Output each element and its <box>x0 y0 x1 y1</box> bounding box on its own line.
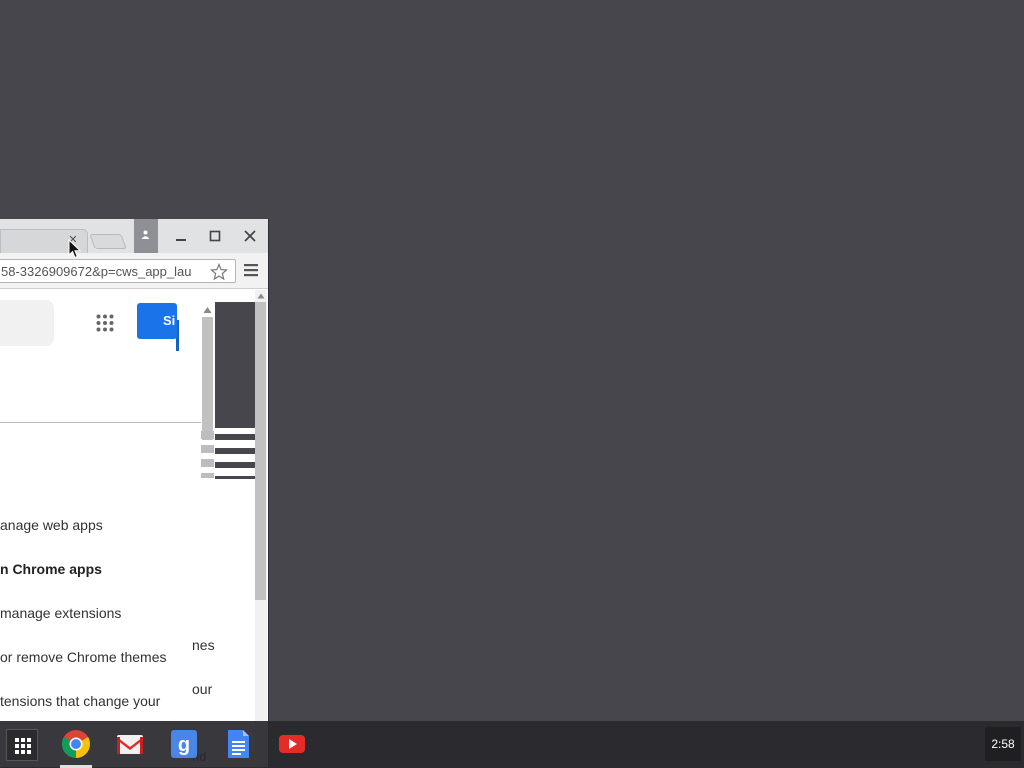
divider <box>0 422 201 423</box>
new-tab-button[interactable] <box>89 234 127 249</box>
preview-stub <box>201 431 214 439</box>
menu-item-chrome-apps[interactable]: n Chrome apps <box>0 560 102 578</box>
browser-window: ✕ 58-3326909672&p=cws_app_lau Si anage w… <box>0 219 269 767</box>
title-bar: ✕ <box>0 219 268 253</box>
signin-button[interactable]: Si <box>137 303 177 339</box>
omnibox[interactable]: 58-3326909672&p=cws_app_lau <box>0 259 236 283</box>
side-text-your: our <box>192 681 213 697</box>
maximize-button[interactable] <box>205 226 225 246</box>
gmail-icon[interactable] <box>115 729 145 759</box>
preview-stripe <box>215 476 256 479</box>
mouse-cursor-icon <box>68 239 82 259</box>
launcher-grid-icon <box>15 738 31 754</box>
preview-stripe <box>215 462 256 468</box>
minimize-icon <box>176 239 186 241</box>
url-text[interactable]: 58-3326909672&p=cws_app_lau <box>1 264 206 280</box>
page-scrollbar-thumb[interactable] <box>255 302 266 600</box>
preview-stripe <box>215 448 256 454</box>
search-box[interactable] <box>0 300 54 346</box>
menu-item-extensions[interactable]: manage extensions <box>0 604 121 622</box>
preview-stub <box>201 473 214 478</box>
side-text-themes: nes <box>192 637 215 653</box>
chrome-icon[interactable] <box>61 729 91 759</box>
svg-text:g: g <box>178 734 190 756</box>
preview-stub <box>201 459 214 467</box>
preview-panel <box>215 302 256 428</box>
google-search-icon[interactable]: g <box>169 729 199 759</box>
profile-button[interactable] <box>134 219 158 253</box>
maximize-icon <box>209 230 221 242</box>
docs-icon[interactable] <box>223 729 253 759</box>
menu-item-change-your[interactable]: tensions that change your <box>0 692 160 710</box>
status-clock[interactable]: 2:58 <box>985 727 1021 761</box>
menu-item-themes[interactable]: or remove Chrome themes <box>0 648 167 666</box>
minimize-button[interactable] <box>171 226 191 246</box>
shelf: g 2:58 <box>0 721 1024 768</box>
youtube-icon[interactable] <box>277 729 307 759</box>
menu-item-web-apps[interactable]: anage web apps <box>0 516 103 534</box>
page-content: Si anage web apps n Chrome apps manage e… <box>0 290 268 767</box>
apps-grid-icon[interactable] <box>96 314 114 332</box>
browser-toolbar: 58-3326909672&p=cws_app_lau <box>0 253 268 289</box>
preview-stripe <box>215 434 256 440</box>
scroll-up-arrow-icon[interactable] <box>257 293 265 299</box>
bookmark-star-icon[interactable] <box>210 263 228 281</box>
app-launcher-button[interactable] <box>6 729 38 761</box>
close-button[interactable] <box>240 226 260 246</box>
chrome-menu-icon[interactable] <box>244 263 258 277</box>
person-icon <box>141 230 150 239</box>
close-icon <box>244 230 256 242</box>
inner-scrollbar[interactable] <box>201 303 214 483</box>
preview-stub <box>201 445 214 453</box>
